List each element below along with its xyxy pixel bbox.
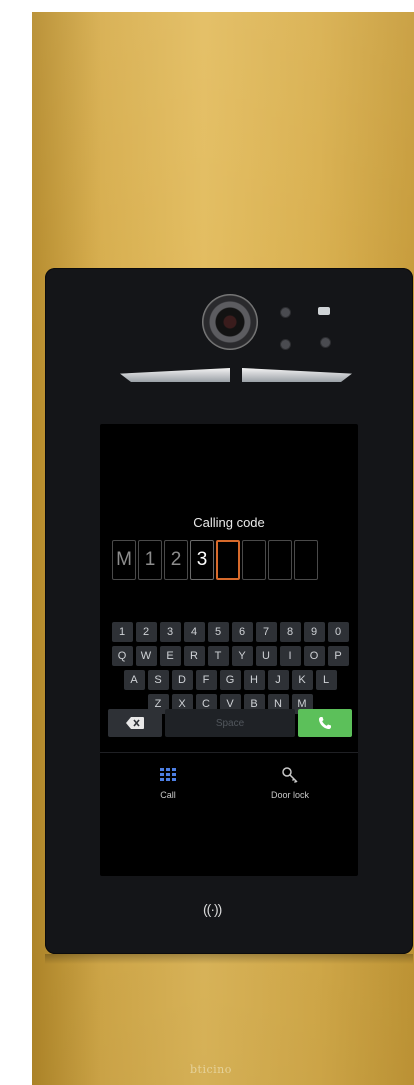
key-u[interactable]: U [255, 646, 277, 666]
code-slot: 3 [190, 540, 214, 580]
nav-divider [100, 752, 358, 753]
camera-lens [202, 294, 258, 350]
key-e[interactable]: E [159, 646, 181, 666]
key-6[interactable]: 6 [231, 622, 253, 642]
key-d[interactable]: D [171, 670, 193, 690]
code-slot: 2 [164, 540, 188, 580]
key-icon [282, 767, 298, 784]
grid-icon [160, 768, 176, 781]
key-8[interactable]: 8 [279, 622, 301, 642]
code-slot: M [112, 540, 136, 580]
key-2[interactable]: 2 [135, 622, 157, 642]
key-s[interactable]: S [147, 670, 169, 690]
key-7[interactable]: 7 [255, 622, 277, 642]
key-j[interactable]: J [267, 670, 289, 690]
code-slot: 1 [138, 540, 162, 580]
backspace-icon [126, 717, 144, 729]
calling-code-field[interactable]: M 1 2 3 [112, 540, 318, 584]
key-l[interactable]: L [315, 670, 337, 690]
code-slot [268, 540, 292, 580]
key-k[interactable]: K [291, 670, 313, 690]
nav-call[interactable]: Call [128, 764, 208, 800]
space-key[interactable]: Space [165, 709, 295, 737]
key-4[interactable]: 4 [183, 622, 205, 642]
key-r[interactable]: R [183, 646, 205, 666]
key-a[interactable]: A [123, 670, 145, 690]
key-i[interactable]: I [279, 646, 301, 666]
nav-door-lock[interactable]: Door lock [250, 764, 330, 800]
key-y[interactable]: Y [231, 646, 253, 666]
keyboard-row-digits: 1 2 3 4 5 6 7 8 9 0 [108, 622, 352, 642]
keyboard-row-asdf: A S D F G H J K L [108, 670, 352, 690]
nfc-icon: ((·)) [203, 901, 222, 917]
code-slot [294, 540, 318, 580]
phone-icon [319, 717, 331, 729]
key-9[interactable]: 9 [303, 622, 325, 642]
key-g[interactable]: G [219, 670, 241, 690]
keyboard-row-qwerty: Q W E R T Y U I O P [108, 646, 352, 666]
unit-shadow [45, 954, 413, 964]
key-h[interactable]: H [243, 670, 265, 690]
keyboard-action-row: Space [108, 709, 352, 737]
touch-screen: Calling code M 1 2 3 1 2 3 4 5 6 7 8 9 0 [100, 424, 358, 876]
status-led [318, 307, 330, 315]
key-p[interactable]: P [327, 646, 349, 666]
key-o[interactable]: O [303, 646, 325, 666]
code-slot [242, 540, 266, 580]
key-5[interactable]: 5 [207, 622, 229, 642]
intercom-unit: Calling code M 1 2 3 1 2 3 4 5 6 7 8 9 0 [45, 268, 413, 954]
nav-door-lock-label: Door lock [270, 790, 309, 800]
key-1[interactable]: 1 [111, 622, 133, 642]
key-q[interactable]: Q [111, 646, 133, 666]
key-t[interactable]: T [207, 646, 229, 666]
screen-title: Calling code [193, 515, 265, 530]
nav-call-label: Call [160, 790, 176, 800]
key-0[interactable]: 0 [327, 622, 349, 642]
on-screen-keyboard: 1 2 3 4 5 6 7 8 9 0 Q W E R T Y U I O P … [108, 622, 352, 718]
key-w[interactable]: W [135, 646, 157, 666]
key-f[interactable]: F [195, 670, 217, 690]
light-bar-left [120, 368, 230, 382]
call-button[interactable] [298, 709, 352, 737]
light-bar-right [242, 368, 352, 382]
sensor-2 [280, 339, 291, 350]
key-3[interactable]: 3 [159, 622, 181, 642]
sensor-3 [320, 337, 331, 348]
code-slot-active[interactable] [216, 540, 240, 580]
brand-logo: bticino [190, 1063, 232, 1076]
backspace-button[interactable] [108, 709, 162, 737]
sensor-1 [280, 307, 291, 318]
